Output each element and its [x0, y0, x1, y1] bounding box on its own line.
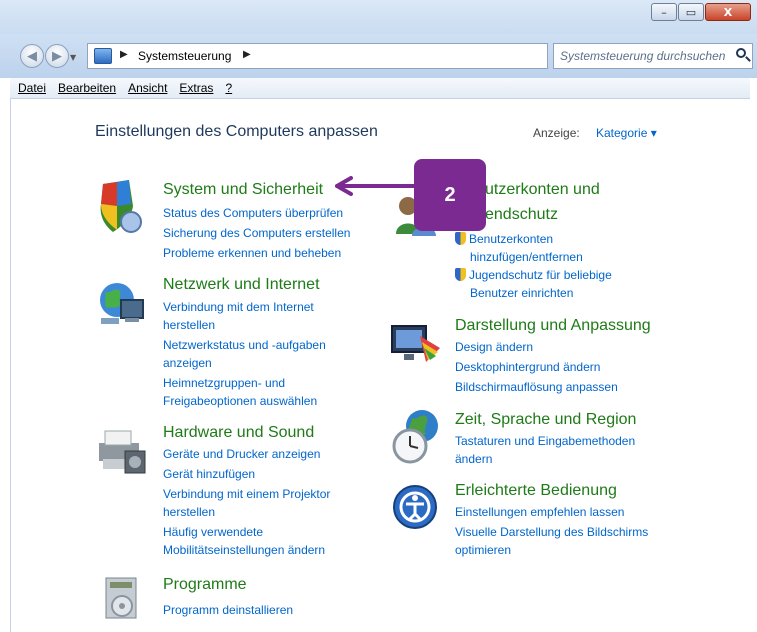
menu-bearbeiten[interactable]: Bearbeiten [58, 81, 116, 95]
link-connect-internet[interactable]: Verbindung mit dem Internet [163, 298, 314, 316]
title-bar: – ▭ X [0, 0, 757, 34]
link-user-accounts-2[interactable]: hinzufügen/entfernen [470, 248, 583, 266]
window-controls: – ▭ X [650, 3, 751, 21]
control-panel-window: – ▭ X ◀ ▶ ▼ ▶ Systemsteuerung ▶ ▼ ↻ Syst… [0, 0, 757, 632]
link-optimize-display-2[interactable]: optimieren [455, 541, 511, 559]
link-parental-controls-label: Jugendschutz für beliebige [469, 268, 612, 282]
link-network-status[interactable]: Netzwerkstatus und -aufgaben [163, 336, 326, 354]
appearance-monitor-icon [391, 325, 440, 362]
menu-datei[interactable]: Datei [18, 81, 46, 95]
back-button[interactable]: ◀ [20, 44, 44, 68]
category-ease-of-access[interactable]: Erleichterte Bedienung [455, 482, 617, 500]
link-troubleshoot[interactable]: Probleme erkennen und beheben [163, 244, 341, 262]
link-parental-controls[interactable]: Jugendschutz für beliebige [455, 266, 612, 284]
menu-help[interactable]: ? [225, 81, 232, 95]
link-user-accounts-label: Benutzerkonten [469, 232, 554, 246]
category-hardware-sound[interactable]: Hardware und Sound [163, 424, 314, 442]
link-uninstall-program[interactable]: Programm deinstallieren [163, 601, 293, 619]
network-globe-icon [100, 283, 144, 324]
forward-button[interactable]: ▶ [45, 44, 69, 68]
minimize-button[interactable]: – [651, 3, 677, 21]
ease-of-access-icon [393, 485, 437, 529]
link-add-device[interactable]: Gerät hinzufügen [163, 465, 255, 483]
link-homegroup-2[interactable]: Freigabeoptionen auswählen [163, 392, 317, 410]
link-mobility-2[interactable]: Mobilitätseinstellungen ändern [163, 541, 325, 559]
control-panel-icon [94, 48, 112, 64]
link-change-design[interactable]: Design ändern [455, 338, 533, 356]
uac-shield-icon [455, 232, 466, 245]
category-programs[interactable]: Programme [163, 576, 247, 594]
search-placeholder: Systemsteuerung durchsuchen [560, 49, 726, 63]
link-projector[interactable]: Verbindung mit einem Projektor [163, 485, 330, 503]
security-shield-icon [100, 180, 142, 233]
search-input[interactable]: Systemsteuerung durchsuchen [553, 43, 753, 69]
category-appearance[interactable]: Darstellung und Anpassung [455, 317, 651, 335]
breadcrumb-systemsteuerung[interactable]: Systemsteuerung [138, 49, 231, 63]
menu-extras[interactable]: Extras [179, 81, 213, 95]
link-devices-printers[interactable]: Geräte und Drucker anzeigen [163, 445, 320, 463]
link-keyboards[interactable]: Tastaturen und Eingabemethoden [455, 432, 635, 450]
address-bar[interactable]: ▶ Systemsteuerung ▶ ▼ ↻ [87, 43, 623, 69]
link-mobility[interactable]: Häufig verwendete [163, 523, 263, 541]
view-mode-dropdown[interactable]: Kategorie ▾ [596, 126, 657, 140]
link-backup[interactable]: Sicherung des Computers erstellen [163, 224, 350, 242]
link-connect-internet-2[interactable]: herstellen [163, 316, 215, 334]
link-network-status-2[interactable]: anzeigen [163, 354, 212, 372]
category-network-internet[interactable]: Netzwerk und Internet [163, 276, 320, 294]
printer-icon [99, 430, 146, 474]
history-dropdown-icon[interactable]: ▼ [70, 53, 76, 62]
annotation-badge: 2 [414, 159, 486, 231]
view-label: Anzeige: [533, 126, 580, 140]
page-title: Einstellungen des Computers anpassen [95, 123, 378, 140]
menu-bar: Datei Bearbeiten Ansicht Extras ? [10, 78, 750, 99]
maximize-button[interactable]: ▭ [678, 3, 704, 21]
link-parental-controls-2[interactable]: Benutzer einrichten [470, 284, 573, 302]
menu-ansicht[interactable]: Ansicht [128, 81, 167, 95]
address-row: ◀ ▶ ▼ ▶ Systemsteuerung ▶ ▼ ↻ Systemsteu… [0, 34, 757, 78]
link-homegroup[interactable]: Heimnetzgruppen- und [163, 374, 285, 392]
breadcrumb-arrow-icon[interactable]: ▶ [243, 49, 251, 60]
category-system-security[interactable]: System und Sicherheit [163, 181, 323, 199]
category-user-accounts-2[interactable]: endschutz [485, 206, 558, 224]
link-user-accounts[interactable]: Benutzerkonten [455, 230, 553, 248]
uac-shield-icon [455, 268, 466, 281]
forward-arrow-icon: ▶ [52, 48, 62, 64]
close-button[interactable]: X [705, 3, 751, 21]
back-arrow-icon: ◀ [27, 48, 37, 64]
search-icon[interactable] [736, 48, 746, 58]
category-user-accounts[interactable]: utzerkonten und [485, 181, 600, 199]
category-clock-region[interactable]: Zeit, Sprache und Region [455, 411, 636, 429]
link-projector-2[interactable]: herstellen [163, 503, 215, 521]
link-check-status[interactable]: Status des Computers überprüfen [163, 204, 343, 222]
link-recommend-settings[interactable]: Einstellungen empfehlen lassen [455, 503, 624, 521]
link-screen-resolution[interactable]: Bildschirmauflösung anpassen [455, 378, 618, 396]
programs-icon [105, 577, 137, 619]
clock-region-icon [392, 410, 438, 464]
link-change-background[interactable]: Desktophintergrund ändern [455, 358, 600, 376]
link-optimize-display[interactable]: Visuelle Darstellung des Bildschirms [455, 523, 648, 541]
breadcrumb-arrow-icon[interactable]: ▶ [120, 49, 128, 60]
annotation-arrow-icon [335, 176, 415, 196]
link-keyboards-2[interactable]: ändern [455, 450, 492, 468]
